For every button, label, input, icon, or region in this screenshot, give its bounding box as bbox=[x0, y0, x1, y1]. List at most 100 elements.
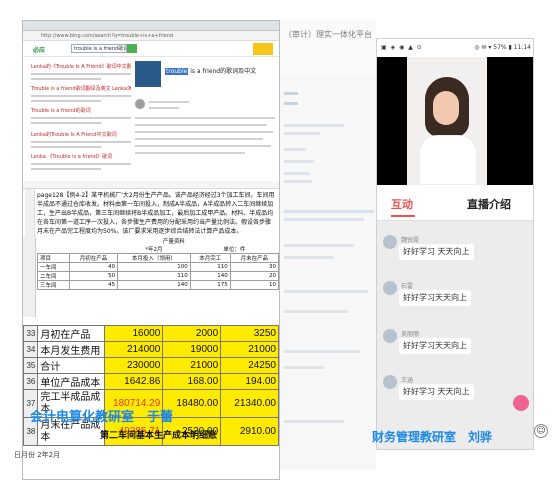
sender-name: 魏锐霞 bbox=[401, 237, 420, 244]
sender-name: 石雷 bbox=[401, 283, 414, 290]
gift-icon[interactable] bbox=[513, 395, 529, 411]
tab-intro[interactable]: 直播介绍 bbox=[467, 196, 511, 212]
platform-title[interactable]: 〔审计〕理实一体化平台 bbox=[284, 29, 372, 40]
ledger-subtitle: 第二车间基本生产成本明细账 bbox=[100, 430, 218, 440]
search-result[interactable]: Lenka 《Trouble is a friend》歌词 bbox=[31, 153, 131, 170]
table-cell[interactable]: 21340.00 bbox=[220, 389, 279, 418]
tab-interactive[interactable]: 互动 bbox=[391, 196, 413, 212]
row-label[interactable]: 合计 bbox=[37, 357, 106, 374]
highlighted-term: trouble bbox=[165, 68, 189, 75]
table-row: 35 合计 230000 21000 24250 bbox=[23, 357, 279, 374]
sender-name: 吴丽丽 bbox=[401, 331, 420, 338]
result-snippet-line bbox=[31, 73, 131, 75]
table-row: 一车间 40 100 110 30 bbox=[37, 262, 279, 272]
table-cell[interactable]: 140 bbox=[189, 271, 231, 281]
faded-line bbox=[284, 132, 320, 135]
answer-title-text: is a friend的歌词及中文 bbox=[188, 68, 257, 75]
table-cell[interactable]: 2910.00 bbox=[220, 417, 279, 446]
table-cell[interactable]: 20 bbox=[229, 271, 279, 281]
row-label[interactable]: 三车间 bbox=[37, 280, 70, 290]
table-row: 33 月初在产品 16000 2000 3250 bbox=[23, 325, 279, 342]
live-video[interactable] bbox=[377, 57, 533, 185]
text-line bbox=[135, 152, 245, 154]
formula-bar[interactable] bbox=[23, 181, 279, 189]
browser-tab-bar[interactable] bbox=[23, 21, 279, 31]
search-result[interactable]: Lenka的《Trouble Is A Friend》歌词中文翻译 bbox=[31, 63, 131, 80]
table-cell[interactable]: 3250 bbox=[220, 325, 279, 342]
column-header[interactable]: 项目 bbox=[37, 253, 70, 263]
search-result[interactable]: Trouble is a friend的歌词 bbox=[31, 107, 131, 124]
table-cell[interactable]: 110 bbox=[189, 262, 231, 272]
row-label[interactable]: 一车间 bbox=[37, 262, 70, 272]
search-input[interactable]: trouble is a friend歌词 bbox=[71, 44, 127, 53]
message-bubble[interactable]: 好好学习 天天向上 bbox=[399, 244, 474, 260]
table-cell[interactable]: 24250 bbox=[220, 357, 279, 374]
answer-title[interactable]: trouble is a friend的歌词及中文 bbox=[165, 66, 256, 75]
album-thumbnail[interactable] bbox=[135, 61, 161, 87]
table-cell[interactable]: 194.00 bbox=[220, 373, 279, 390]
column-header[interactable]: 月末在产品 bbox=[229, 253, 279, 263]
table-cell[interactable]: 50 bbox=[68, 271, 119, 281]
table-row: 二车间 50 110 140 20 bbox=[37, 271, 279, 281]
table-unit[interactable]: 单位：件 bbox=[190, 245, 278, 254]
text-line bbox=[149, 107, 179, 109]
table-cell[interactable]: 21000 bbox=[162, 357, 222, 374]
row-number: 34 bbox=[23, 341, 39, 358]
column-header[interactable]: 本月投入（领用） bbox=[117, 253, 191, 263]
text-line bbox=[135, 117, 275, 119]
avatar[interactable] bbox=[383, 235, 397, 249]
search-result[interactable]: Lenka的Trouble Is A Friend中文歌词 bbox=[31, 131, 131, 148]
middle-screenshot: 〔审计〕理实一体化平台 bbox=[280, 20, 376, 470]
table-cell[interactable]: 100 bbox=[117, 262, 191, 272]
message-bubble[interactable]: 好好学习天天向上 bbox=[399, 338, 471, 354]
presenter-shirt bbox=[419, 135, 477, 185]
search-button[interactable] bbox=[127, 44, 137, 53]
table-cell[interactable]: 110 bbox=[117, 271, 191, 281]
caption-right: 财务管理教研室 刘骅 bbox=[372, 430, 493, 444]
row-label[interactable]: 单位产品成本 bbox=[37, 373, 106, 390]
bing-logo[interactable]: 必应 bbox=[33, 45, 45, 54]
table-cell[interactable]: 21000 bbox=[220, 341, 279, 358]
faded-line bbox=[284, 102, 298, 105]
table-cell[interactable]: 30 bbox=[229, 262, 279, 272]
table-title[interactable]: 产量资料 bbox=[118, 237, 231, 245]
faded-line bbox=[284, 160, 314, 163]
table-cell[interactable]: 1642.86 bbox=[104, 373, 164, 390]
table-cell[interactable]: 175 bbox=[189, 280, 231, 290]
table-cell[interactable]: 40 bbox=[68, 262, 119, 272]
search-result[interactable]: Trouble is a friend歌词翻译及英文 Lenka演唱 bbox=[31, 85, 131, 102]
table-cell[interactable]: 45 bbox=[68, 280, 119, 290]
table-date[interactable]: *年2月 bbox=[118, 245, 191, 254]
table-cell[interactable]: 2000 bbox=[162, 325, 222, 342]
table-cell[interactable]: 10 bbox=[229, 280, 279, 290]
faded-line bbox=[284, 256, 334, 259]
address-bar[interactable]: http://www.bing.com/search?q=trouble+is+… bbox=[23, 31, 279, 41]
table-cell[interactable]: 230000 bbox=[104, 357, 164, 374]
table-cell[interactable]: 140 bbox=[117, 280, 191, 290]
result-title[interactable]: Lenka的《Trouble Is A Friend》歌词中文翻译 bbox=[31, 63, 131, 70]
result-title[interactable]: Lenka 《Trouble is a friend》歌词 bbox=[31, 153, 131, 160]
sender-name: 王涵 bbox=[401, 377, 414, 384]
table-cell[interactable]: 16000 bbox=[104, 325, 164, 342]
message-bubble[interactable]: 好好学习 天天向上 bbox=[399, 384, 474, 400]
result-title[interactable]: Lenka的Trouble Is A Friend中文歌词 bbox=[31, 131, 131, 138]
message-bubble[interactable]: 好好学习天天向上 bbox=[399, 290, 471, 306]
table-cell[interactable]: 168.00 bbox=[162, 373, 222, 390]
avatar[interactable] bbox=[383, 375, 397, 389]
avatar[interactable] bbox=[383, 329, 397, 343]
column-header[interactable]: 本月完工 bbox=[189, 253, 231, 263]
result-title[interactable]: Trouble is a friend歌词翻译及英文 Lenka演唱 bbox=[31, 85, 131, 92]
row-label[interactable]: 月初在产品 bbox=[37, 325, 106, 342]
column-header[interactable]: 月初在产品 bbox=[68, 253, 119, 263]
result-snippet-line bbox=[31, 163, 131, 165]
text-line bbox=[135, 131, 273, 133]
avatar[interactable] bbox=[383, 281, 397, 295]
row-label[interactable]: 本月发生费用 bbox=[37, 341, 106, 358]
result-title[interactable]: Trouble is a friend的歌词 bbox=[31, 107, 131, 114]
table-cell[interactable]: 19000 bbox=[162, 341, 222, 358]
table-cell[interactable]: 214000 bbox=[104, 341, 164, 358]
caption-left: 会计电算化教研室 于蕾 bbox=[30, 409, 174, 424]
faded-line bbox=[284, 244, 354, 247]
row-label[interactable]: 二车间 bbox=[37, 271, 70, 281]
problem-text-cell[interactable]: page128【例4-2】某平机械厂'大2月份生产产品。该产品经济经过3个加工车… bbox=[23, 189, 279, 237]
